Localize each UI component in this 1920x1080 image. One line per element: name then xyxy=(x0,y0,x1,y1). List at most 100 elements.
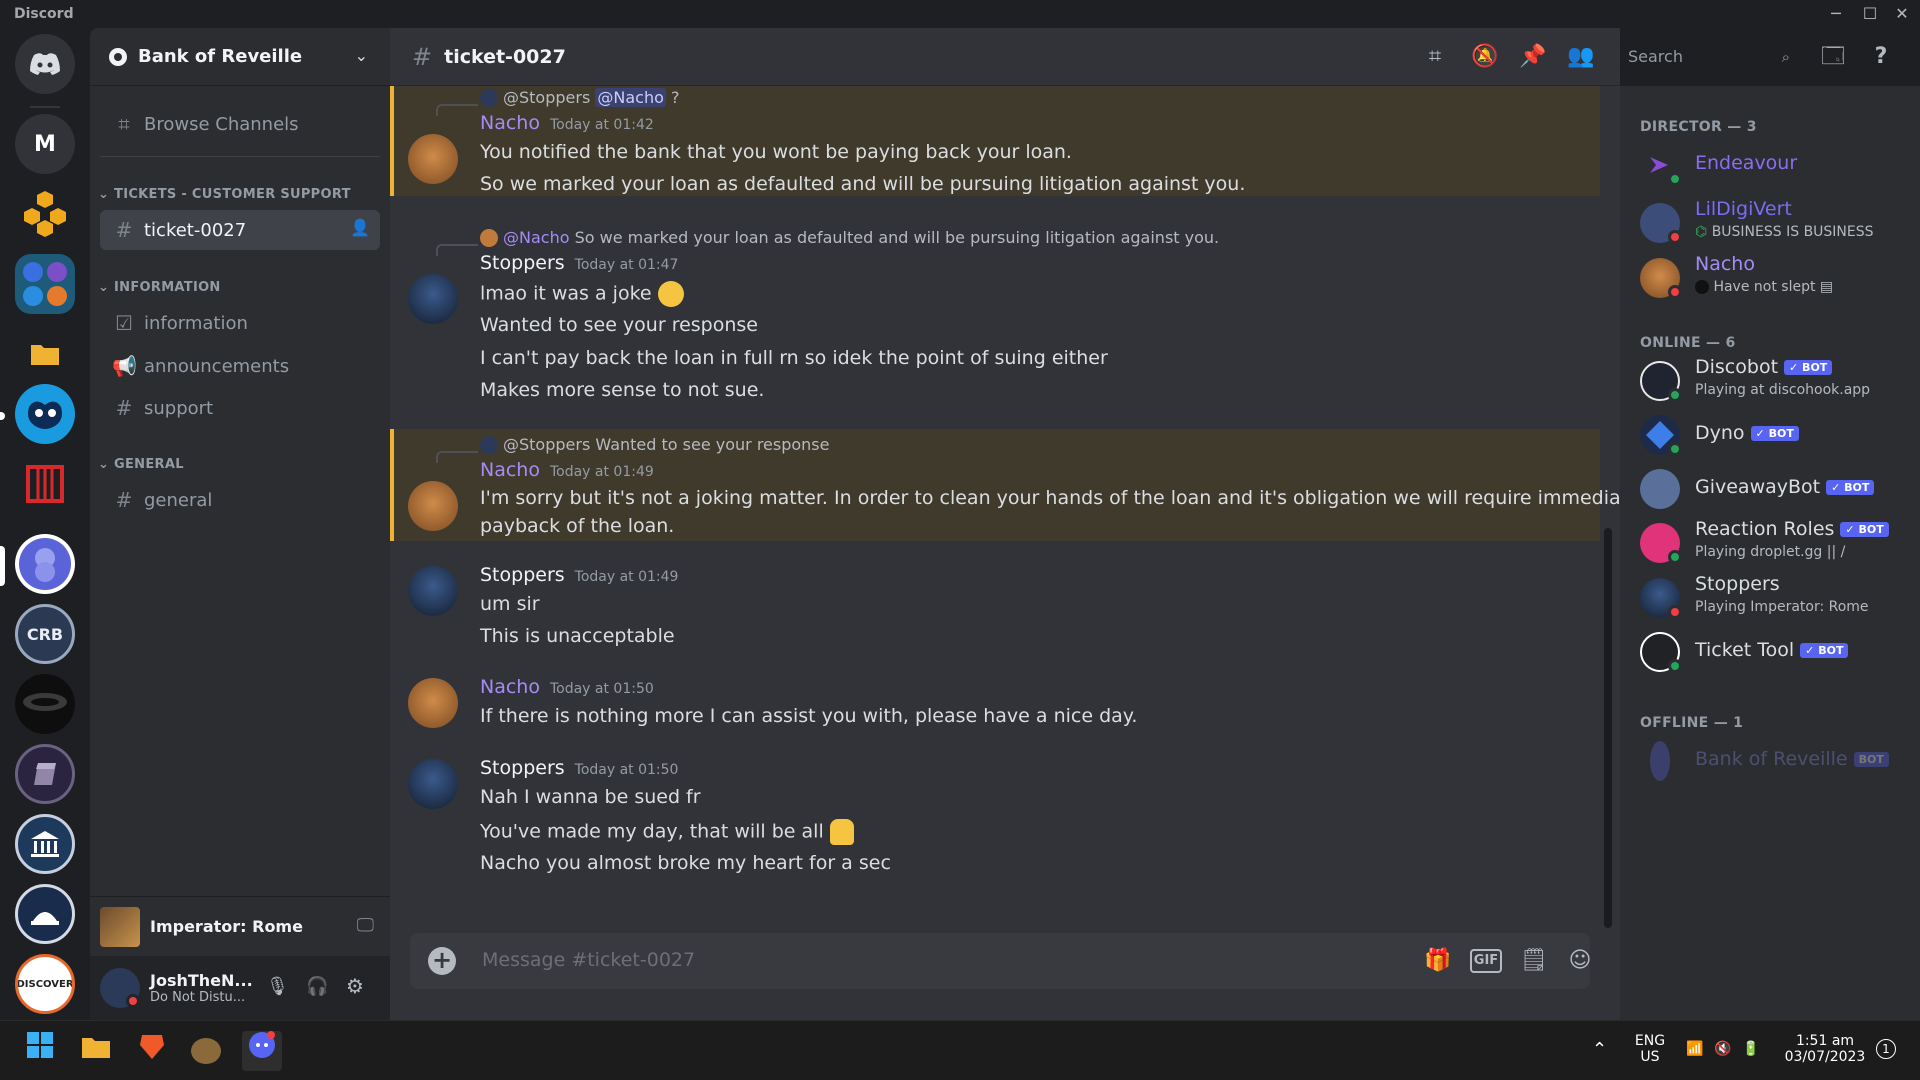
server-folder[interactable] xyxy=(15,324,75,384)
server-bank-of-reveille[interactable] xyxy=(15,534,75,594)
windows-start-button[interactable] xyxy=(20,1031,60,1071)
member-item[interactable]: Dyno ✓ BOT xyxy=(1640,410,1910,460)
message-author[interactable]: Nacho Today at 01:42 xyxy=(480,112,654,134)
server-columns[interactable] xyxy=(15,814,75,874)
server-cube[interactable] xyxy=(15,744,75,804)
member-item[interactable]: Reaction Roles ✓ BOT Playing droplet.gg |… xyxy=(1640,518,1910,568)
avatar[interactable] xyxy=(408,759,458,809)
headphones-icon[interactable]: 🎧 xyxy=(306,976,328,997)
member-item[interactable]: Stoppers Playing Imperator: Rome xyxy=(1640,573,1910,623)
category-general[interactable]: ⌄ GENERAL xyxy=(98,457,184,472)
reply-preview[interactable]: @Stoppers Wanted to see your response xyxy=(480,435,829,454)
chat-scrollbar[interactable] xyxy=(1604,528,1612,928)
home-button[interactable] xyxy=(15,34,75,94)
channel-announcements[interactable]: 📢 announcements xyxy=(100,346,380,386)
language-indicator[interactable]: ENG US xyxy=(1630,1033,1670,1065)
server-m[interactable]: M xyxy=(15,114,75,174)
emoji-picker-icon[interactable]: ☺ xyxy=(1564,946,1596,976)
file-explorer-button[interactable] xyxy=(76,1031,116,1071)
notifications-muted-icon[interactable]: 🔕 xyxy=(1470,42,1500,72)
member-name: Bank of Reveille BOT xyxy=(1695,748,1889,770)
member-name: LilDigiVert xyxy=(1695,198,1792,220)
member-item[interactable]: Discobot ✓ BOT Playing at discohook.app xyxy=(1640,356,1910,406)
discord-taskbar-button[interactable] xyxy=(242,1031,282,1071)
notification-badge[interactable]: 1 xyxy=(1876,1039,1896,1059)
user-avatar[interactable] xyxy=(100,968,140,1008)
channel-support[interactable]: # support xyxy=(100,388,380,428)
member-item[interactable]: Ticket Tool ✓ BOT xyxy=(1640,627,1910,677)
member-item[interactable]: GiveawayBot ✓ BOT xyxy=(1640,464,1910,514)
browse-channels[interactable]: ⌗ Browse Channels xyxy=(100,104,380,144)
battery-icon[interactable]: 🔋 xyxy=(1742,1041,1759,1057)
message-author[interactable]: Stoppers Today at 01:50 xyxy=(480,757,678,779)
member-item[interactable]: Endeavour xyxy=(1640,140,1910,190)
chat-area: # ticket-0027 ⌗ 🔕 📌 👥 Search ⌕ 🗔 ? @Stop… xyxy=(390,28,1887,1020)
dnd-status-icon xyxy=(1668,605,1682,619)
server-blue-creature[interactable] xyxy=(15,384,75,444)
game-taskbar-button[interactable] xyxy=(186,1031,226,1071)
message-author[interactable]: Stoppers Today at 01:47 xyxy=(480,252,678,274)
volume-muted-icon[interactable]: 🔇 xyxy=(1714,1041,1731,1057)
member-item[interactable]: LilDigiVert ⌬ BUSINESS IS BUSINESS xyxy=(1640,198,1910,248)
reply-preview[interactable]: @Stoppers @Nacho ? xyxy=(480,88,679,107)
member-name: Dyno ✓ BOT xyxy=(1695,422,1799,444)
user-info[interactable]: JoshTheN... Do Not Distu... xyxy=(150,971,260,1005)
category-tickets[interactable]: ⌄ TICKETS - CUSTOMER SUPPORT xyxy=(98,187,351,202)
avatar[interactable] xyxy=(408,134,458,184)
sticker-icon[interactable]: 🗒 xyxy=(1518,946,1550,976)
avatar xyxy=(480,88,498,107)
maximize-button[interactable]: ☐ xyxy=(1852,2,1888,26)
microphone-icon[interactable]: 🎙 xyxy=(266,976,289,997)
message-composer[interactable]: + Message #ticket-0027 🎁 GIF 🗒 ☺ xyxy=(410,933,1591,989)
message-author[interactable]: Nacho Today at 01:50 xyxy=(480,676,654,698)
channel-general-label: general xyxy=(144,489,213,511)
message-input[interactable]: Message #ticket-0027 xyxy=(482,949,695,971)
avatar[interactable] xyxy=(408,481,458,531)
message-author[interactable]: Nacho Today at 01:49 xyxy=(480,459,654,481)
activity-panel[interactable]: Imperator: Rome 🖵 xyxy=(90,896,390,956)
avatar[interactable] xyxy=(408,678,458,728)
channel-general[interactable]: # general xyxy=(100,480,380,520)
threads-icon[interactable]: ⌗ xyxy=(1420,42,1450,72)
add-member-icon[interactable]: 👤 xyxy=(350,218,370,237)
wifi-icon[interactable]: 📶 xyxy=(1686,1041,1703,1057)
reply-user: @Stoppers xyxy=(503,88,591,107)
brave-browser-button[interactable] xyxy=(132,1031,172,1071)
avatar[interactable] xyxy=(408,566,458,616)
server-red-grid[interactable] xyxy=(15,454,75,514)
message-text: So we marked your loan as defaulted and … xyxy=(480,173,1246,195)
server-black-orb[interactable] xyxy=(15,674,75,734)
server-discover[interactable]: DISCOVER xyxy=(15,954,75,1014)
pin-icon[interactable]: 📌 xyxy=(1518,42,1548,72)
bank-columns-icon xyxy=(31,831,59,857)
gift-icon[interactable]: 🎁 xyxy=(1422,946,1454,976)
gear-icon[interactable]: ⚙ xyxy=(346,974,364,998)
member-item[interactable]: Bank of Reveille BOT xyxy=(1640,736,1910,786)
guild-header[interactable]: Bank of Reveille ⌄ xyxy=(90,28,390,86)
gif-button[interactable]: GIF xyxy=(1470,949,1502,973)
member-item[interactable]: Nacho Have not slept ▤ xyxy=(1640,253,1910,303)
server-folder-group[interactable] xyxy=(15,254,75,314)
inbox-icon[interactable]: 🗔 xyxy=(1818,42,1848,72)
channel-information[interactable]: ☑ information xyxy=(100,303,380,343)
server-crb[interactable]: CRB xyxy=(15,604,75,664)
screen-share-icon[interactable]: 🖵 xyxy=(357,915,374,936)
chevron-up-icon[interactable]: ⌃ xyxy=(1592,1039,1607,1060)
server-capitol[interactable] xyxy=(15,884,75,944)
add-attachment-icon[interactable]: + xyxy=(428,947,456,975)
reply-spine xyxy=(436,451,478,463)
message-author[interactable]: Stoppers Today at 01:49 xyxy=(480,564,678,586)
minimize-button[interactable]: ─ xyxy=(1818,2,1854,26)
avatar[interactable] xyxy=(408,274,458,324)
brave-lion-icon xyxy=(140,1035,164,1059)
reply-preview[interactable]: @Nacho So we marked your loan as default… xyxy=(480,228,1219,247)
close-button[interactable]: ✕ xyxy=(1884,2,1920,26)
channel-ticket-0027[interactable]: # ticket-0027 👤 xyxy=(100,210,380,250)
chevron-down-icon[interactable]: ⌄ xyxy=(355,46,368,65)
server-hexagon[interactable] xyxy=(15,184,75,244)
category-information[interactable]: ⌄ INFORMATION xyxy=(98,280,221,295)
member-list-icon[interactable]: 👥 xyxy=(1566,42,1596,72)
search-input[interactable]: Search ⌕ xyxy=(1620,42,1800,72)
clock[interactable]: 1:51 am 03/07/2023 xyxy=(1780,1033,1870,1065)
help-icon[interactable]: ? xyxy=(1866,42,1896,72)
